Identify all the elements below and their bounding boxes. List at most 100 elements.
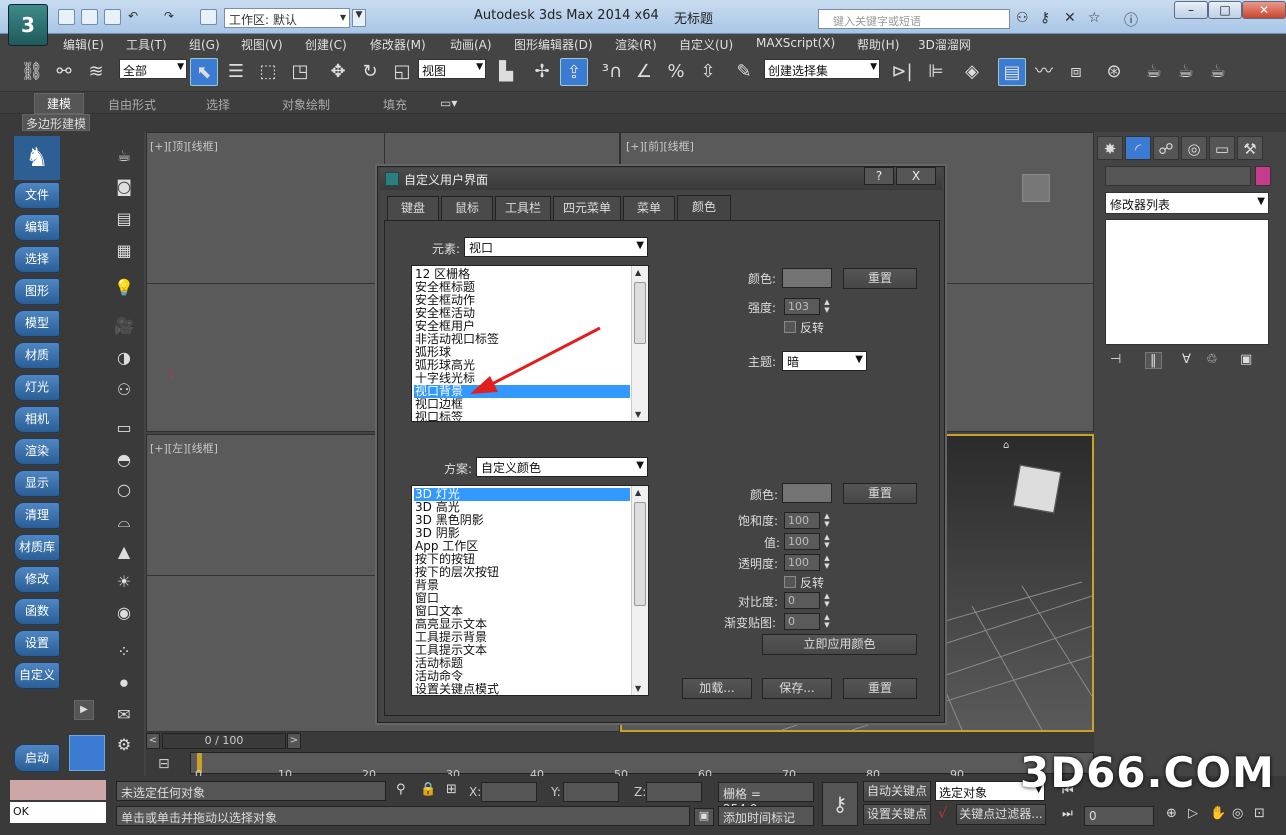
list-item[interactable]: 窗口文本 bbox=[414, 605, 630, 618]
list-item[interactable]: 安全框动作 bbox=[414, 294, 630, 307]
scheme-color-swatch[interactable] bbox=[782, 483, 832, 503]
scheme-list-scrollbar[interactable]: ▲ ▼ bbox=[631, 486, 648, 695]
home-icon[interactable]: ⌂ bbox=[1003, 440, 1009, 451]
reset-all-button[interactable]: 重置 bbox=[843, 678, 917, 699]
tab-quads[interactable]: 四元菜单 bbox=[553, 196, 621, 220]
pin-stack-icon[interactable]: ⊣ bbox=[1110, 352, 1121, 367]
molecule-icon[interactable]: ⚫ bbox=[112, 672, 136, 696]
list-item[interactable]: 按下的层次按钮 bbox=[414, 566, 630, 579]
film-icon[interactable]: ⚇ bbox=[112, 378, 136, 402]
key-tangent-icon[interactable]: √ bbox=[938, 806, 947, 822]
camera-icon[interactable]: 🎥 bbox=[112, 314, 136, 338]
select-object-icon[interactable]: ⬉ bbox=[190, 58, 218, 86]
scroll-down-icon[interactable]: ▼ bbox=[635, 684, 641, 693]
zoom-icon[interactable]: ⊕ bbox=[1166, 806, 1177, 821]
list-item[interactable]: 3D 高光 bbox=[414, 501, 630, 514]
scale-icon[interactable]: ◱ bbox=[388, 58, 416, 86]
save-file-icon[interactable] bbox=[104, 9, 121, 25]
apply-colors-button[interactable]: 立即应用颜色 bbox=[762, 634, 917, 655]
scheme-list[interactable]: 3D 灯光 3D 高光 3D 黑色阴影 3D 阴影 App 工作区 按下的按钮 按下的层次按… bbox=[411, 485, 649, 696]
list-item[interactable]: 3D 灯光 bbox=[414, 488, 630, 501]
theme-select[interactable]: 暗 ▼ bbox=[782, 351, 867, 371]
menu-rendering[interactable]: 渲染(R) bbox=[615, 36, 657, 53]
spinner-snap-icon[interactable]: ⇳ bbox=[694, 58, 722, 86]
viewport-front-label[interactable]: [+][前][线框] bbox=[626, 138, 694, 154]
motion-tab-icon[interactable]: ◎ bbox=[1181, 136, 1207, 160]
time-slider[interactable]: 0 / 100 bbox=[162, 733, 286, 749]
list-item[interactable]: 背景 bbox=[414, 579, 630, 592]
list-item[interactable]: 工具提示文本 bbox=[414, 644, 630, 657]
pivot-center-icon[interactable]: ▙ bbox=[492, 58, 520, 86]
new-file-icon[interactable] bbox=[58, 9, 75, 25]
auto-key-button[interactable]: 自动关键点 bbox=[863, 781, 931, 802]
move-icon[interactable]: ✥ bbox=[324, 58, 352, 86]
menu-create[interactable]: 创建(C) bbox=[305, 36, 347, 53]
save-button[interactable]: 保存... bbox=[762, 678, 832, 699]
add-time-tag[interactable]: 添加时间标记 bbox=[718, 806, 814, 826]
left-button-customize[interactable]: 自定义 bbox=[14, 662, 60, 689]
time-prev-arrow-icon[interactable]: < bbox=[146, 733, 160, 749]
ribbon-tab-object-paint[interactable]: 对象绘制 bbox=[282, 96, 330, 113]
intensity-spinner-icon[interactable]: ▲ ▼ bbox=[822, 298, 832, 315]
basket-icon[interactable]: ⌓ bbox=[112, 510, 136, 534]
viewport-left-label[interactable]: [+][左][线框] bbox=[150, 440, 218, 456]
list-item[interactable]: 窗口 bbox=[414, 592, 630, 605]
layer-manager-icon[interactable]: ◈ bbox=[958, 58, 986, 86]
left-button-select[interactable]: 选择 bbox=[14, 246, 60, 273]
menu-modifiers[interactable]: 修改器(M) bbox=[370, 36, 426, 53]
list-item[interactable]: 3D 黑色阴影 bbox=[414, 514, 630, 527]
workspace-select[interactable]: 工作区: 默认 ▾ bbox=[224, 8, 350, 28]
gradient-spinner-icon[interactable]: ▲ ▼ bbox=[822, 613, 832, 630]
scroll-up-icon[interactable]: ▲ bbox=[635, 268, 641, 277]
start-button[interactable]: 启动 bbox=[14, 744, 60, 772]
viewcube-icon[interactable] bbox=[1022, 174, 1050, 202]
percent-snap-icon[interactable]: % bbox=[662, 58, 690, 86]
left-button-material[interactable]: 材质 bbox=[14, 342, 60, 369]
track-bar-icon[interactable]: ⊟ bbox=[158, 756, 170, 772]
field-of-view-icon[interactable]: ▷ bbox=[1188, 806, 1198, 821]
hemisphere-icon[interactable]: ◓ bbox=[112, 448, 136, 472]
list-item[interactable]: 工具提示背景 bbox=[414, 631, 630, 644]
utilities-tab-icon[interactable]: ⚒ bbox=[1237, 136, 1263, 160]
element-color-swatch[interactable] bbox=[782, 268, 832, 288]
ribbon-tab-modeling[interactable]: 建模 bbox=[34, 93, 85, 114]
rectangle-selection-icon[interactable]: ⬚ bbox=[254, 58, 282, 86]
contrast-field[interactable]: 0 bbox=[784, 592, 820, 609]
polygon-modeling-label[interactable]: 多边形建模 bbox=[22, 114, 91, 131]
object-name-field[interactable] bbox=[1105, 166, 1251, 186]
absolute-mode-icon[interactable]: ⊞ bbox=[446, 782, 457, 797]
show-end-result-icon[interactable]: ‖ bbox=[1145, 352, 1162, 369]
light-bulb-icon[interactable]: 💡 bbox=[112, 276, 136, 300]
transparency-field[interactable]: 100 bbox=[784, 554, 820, 571]
open-file-icon[interactable] bbox=[81, 9, 98, 25]
edit-named-selection-icon[interactable]: ✎ bbox=[730, 58, 758, 86]
manipulate-icon[interactable]: ✢ bbox=[528, 58, 556, 86]
isolate-icon[interactable]: ⚲ bbox=[396, 782, 406, 797]
render-icon[interactable]: ◙ bbox=[112, 175, 136, 199]
play-icon[interactable]: ▶ bbox=[74, 700, 94, 720]
quad-view-icon[interactable] bbox=[69, 735, 105, 771]
maximize-button[interactable]: □ bbox=[1208, 1, 1242, 19]
window-close-button[interactable]: ✕ bbox=[1242, 1, 1286, 19]
dialog-close-button[interactable]: X bbox=[896, 167, 936, 185]
scroll-up-icon[interactable]: ▲ bbox=[635, 488, 641, 497]
ribbon-tab-selection[interactable]: 选择 bbox=[206, 96, 230, 113]
scroll-thumb[interactable] bbox=[634, 282, 646, 344]
x-coordinate-field[interactable] bbox=[481, 782, 537, 802]
hierarchy-tab-icon[interactable]: ☍ bbox=[1153, 136, 1179, 160]
list-item[interactable]: 安全框活动 bbox=[414, 307, 630, 320]
current-frame-field[interactable]: 0 bbox=[1084, 806, 1154, 826]
envelope-icon[interactable]: ✉ bbox=[112, 703, 136, 727]
list-icon[interactable]: ▤ bbox=[112, 207, 136, 231]
tab-colors[interactable]: 颜色 bbox=[677, 195, 731, 221]
time-tag-icon[interactable]: ▣ bbox=[694, 808, 714, 826]
particles-icon[interactable]: ⁘ bbox=[112, 640, 136, 664]
tab-keyboard[interactable]: 键盘 bbox=[387, 196, 439, 220]
app-logo-icon[interactable]: 3 bbox=[8, 4, 48, 46]
list-item[interactable]: 按下的按钮 bbox=[414, 553, 630, 566]
remove-modifier-icon[interactable]: ♲ bbox=[1206, 352, 1218, 367]
z-coordinate-field[interactable] bbox=[646, 782, 702, 802]
left-button-modify[interactable]: 修改 bbox=[14, 566, 60, 593]
saturation-spinner-icon[interactable]: ▲ ▼ bbox=[822, 512, 832, 529]
orbit-icon[interactable]: ◎ bbox=[1232, 806, 1243, 821]
